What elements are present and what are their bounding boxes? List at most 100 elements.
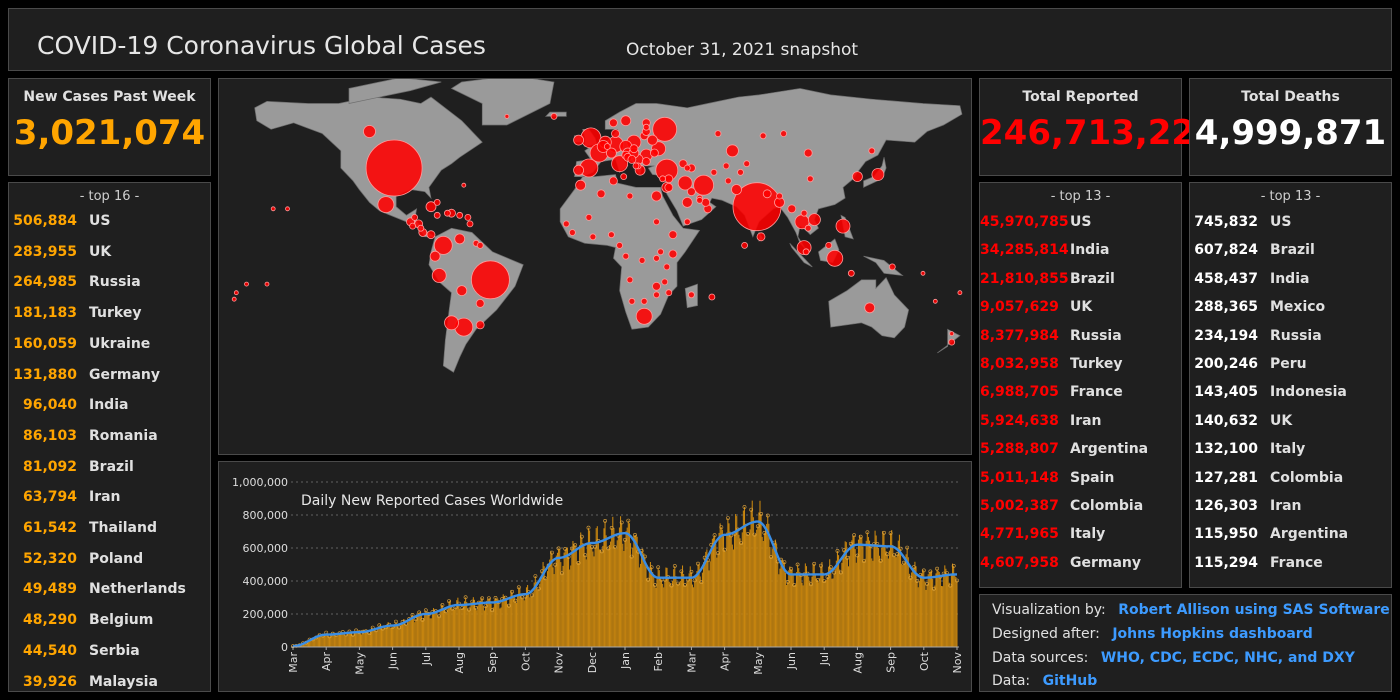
- case-marker-armenia[interactable]: [683, 164, 691, 172]
- case-marker-portugal[interactable]: [573, 164, 585, 176]
- case-marker-japan[interactable]: [871, 168, 885, 181]
- case-marker-solomon-is-[interactable]: [920, 270, 926, 276]
- case-marker-ural[interactable]: [714, 130, 722, 137]
- case-marker-islands[interactable]: [233, 290, 239, 296]
- case-marker-south-africa[interactable]: [635, 307, 653, 325]
- case-marker-tonga[interactable]: [231, 296, 237, 302]
- case-marker-tanzania[interactable]: [663, 263, 671, 271]
- case-marker-kazakhstan[interactable]: [726, 144, 739, 158]
- case-marker-uzbekistan[interactable]: [722, 162, 730, 170]
- case-marker-us[interactable]: [365, 139, 423, 197]
- case-marker-maldives[interactable]: [741, 241, 748, 249]
- case-marker-angola[interactable]: [626, 276, 634, 284]
- case-marker-namibia[interactable]: [628, 297, 636, 305]
- case-marker-zimbabwe[interactable]: [653, 291, 660, 299]
- case-marker-mauritius[interactable]: [708, 293, 716, 301]
- case-marker-caribbean-[interactable]: [464, 213, 472, 221]
- case-marker-panama[interactable]: [426, 230, 436, 240]
- case-marker-nepal[interactable]: [762, 189, 772, 199]
- case-marker-iran[interactable]: [693, 174, 715, 196]
- case-marker-new-zealand[interactable]: [948, 338, 956, 346]
- case-marker-hawaii[interactable]: [270, 206, 276, 212]
- case-marker-pacific-isl-[interactable]: [285, 206, 290, 212]
- case-marker-philippines[interactable]: [835, 218, 851, 234]
- world-map[interactable]: [219, 75, 971, 454]
- case-marker-nigeria[interactable]: [607, 231, 615, 239]
- case-marker-cyprus[interactable]: [659, 175, 667, 183]
- case-marker-belarus[interactable]: [646, 134, 658, 146]
- credit-design-link[interactable]: Johns Hopkins dashboard: [1112, 626, 1312, 642]
- case-marker-siberia[interactable]: [780, 130, 787, 137]
- case-marker-bhutan[interactable]: [776, 192, 783, 200]
- case-marker-tajikistan[interactable]: [737, 168, 744, 176]
- case-marker-algeria[interactable]: [596, 189, 606, 199]
- case-marker-albania[interactable]: [632, 162, 640, 170]
- case-marker-greenland[interactable]: [504, 114, 510, 119]
- case-marker-bosnia[interactable]: [627, 155, 637, 164]
- case-marker-ecuador[interactable]: [429, 250, 441, 262]
- case-marker-luxembourg[interactable]: [603, 143, 611, 150]
- case-marker-paraguay[interactable]: [475, 298, 485, 308]
- case-marker-novosibirsk[interactable]: [759, 132, 767, 140]
- case-marker-botswana[interactable]: [640, 297, 648, 305]
- case-marker-samoa[interactable]: [264, 281, 270, 287]
- case-marker-fiji[interactable]: [957, 290, 963, 296]
- case-marker-pakistan[interactable]: [731, 184, 742, 195]
- case-marker-uruguay[interactable]: [475, 320, 485, 330]
- case-marker-mali[interactable]: [585, 213, 593, 221]
- case-marker-bahamas[interactable]: [433, 199, 441, 206]
- case-marker-bulgaria[interactable]: [641, 157, 651, 166]
- case-marker-congo[interactable]: [622, 252, 630, 260]
- case-marker-moldova[interactable]: [649, 148, 659, 158]
- case-marker-iceland[interactable]: [550, 113, 558, 120]
- case-marker-indonesia[interactable]: [826, 249, 844, 267]
- case-marker-jordan[interactable]: [664, 183, 674, 192]
- case-marker-turkmenistan[interactable]: [710, 168, 718, 176]
- case-marker-kenya[interactable]: [668, 249, 678, 259]
- case-marker-am-samoa[interactable]: [244, 281, 249, 287]
- case-marker-estonia[interactable]: [642, 123, 650, 131]
- case-marker-brazil[interactable]: [470, 260, 510, 300]
- case-marker-ghana[interactable]: [589, 233, 597, 241]
- case-marker-peru[interactable]: [431, 268, 447, 283]
- case-marker-malawi[interactable]: [661, 278, 669, 286]
- case-marker-madagascar[interactable]: [687, 291, 695, 299]
- case-marker-nicaragua[interactable]: [417, 224, 425, 232]
- case-marker-venezuela[interactable]: [454, 233, 466, 245]
- case-marker-sweden[interactable]: [620, 115, 632, 127]
- case-marker-mozambique[interactable]: [665, 289, 673, 297]
- case-marker-slovakia[interactable]: [629, 144, 639, 154]
- case-marker-rwanda[interactable]: [653, 254, 660, 262]
- case-marker-denmark[interactable]: [611, 129, 620, 138]
- case-marker-cameroon[interactable]: [616, 241, 624, 249]
- case-marker-norway[interactable]: [608, 118, 618, 128]
- case-marker-s-korea[interactable]: [852, 171, 863, 182]
- case-marker-malta[interactable]: [620, 173, 628, 180]
- case-marker-ireland[interactable]: [573, 134, 585, 146]
- case-marker-mexico[interactable]: [377, 196, 395, 213]
- case-marker-brunei[interactable]: [825, 241, 833, 249]
- case-marker-timor-leste[interactable]: [847, 269, 855, 277]
- case-marker-canada[interactable]: [363, 125, 376, 138]
- case-marker-yemen[interactable]: [683, 218, 691, 226]
- case-marker-myanmar[interactable]: [787, 204, 797, 214]
- case-marker-bermuda[interactable]: [461, 182, 467, 188]
- case-marker-libya[interactable]: [626, 192, 634, 200]
- case-marker-sudan[interactable]: [653, 218, 660, 226]
- case-marker-jamaica[interactable]: [433, 211, 441, 219]
- case-marker-papua-new-guinea[interactable]: [888, 263, 896, 271]
- case-marker-auckland[interactable]: [949, 331, 955, 337]
- case-marker-new-caledonia[interactable]: [932, 298, 938, 304]
- case-marker-kuwait[interactable]: [686, 187, 696, 197]
- case-marker-haiti[interactable]: [443, 209, 451, 217]
- case-marker-kyrgyzstan[interactable]: [743, 160, 751, 168]
- case-marker-morocco[interactable]: [575, 179, 587, 191]
- case-marker-saudi-arabia[interactable]: [681, 197, 693, 208]
- case-marker-tunisia[interactable]: [608, 176, 618, 186]
- case-marker-suriname[interactable]: [476, 241, 484, 249]
- case-marker-uganda[interactable]: [657, 248, 665, 256]
- case-marker-belize[interactable]: [411, 213, 419, 221]
- case-marker-puerto-rico[interactable]: [456, 211, 464, 219]
- case-marker-el-salvador[interactable]: [409, 222, 417, 230]
- case-marker-vietnam[interactable]: [808, 213, 821, 227]
